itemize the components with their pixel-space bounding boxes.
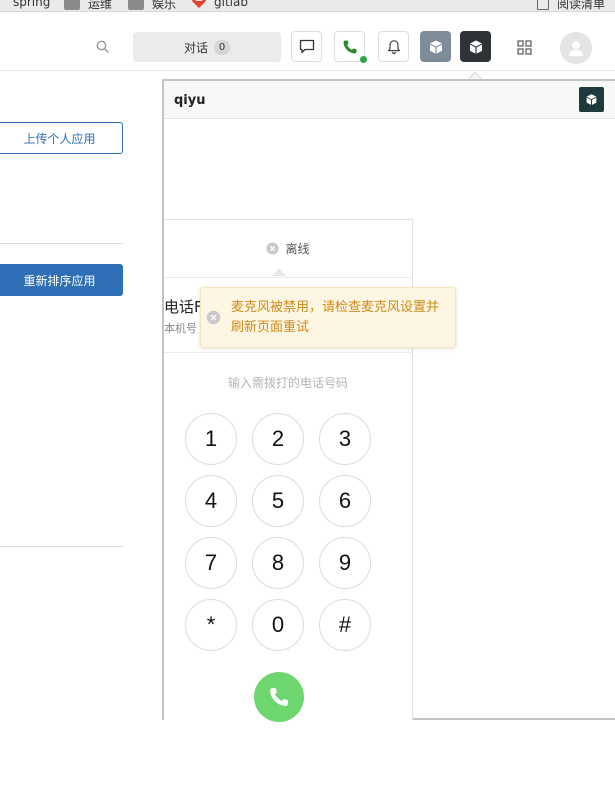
toast-message: 麦克风被禁用，请检查麦克风设置并刷新页面重试 — [231, 300, 440, 335]
dial-key-5[interactable]: 5 — [252, 475, 304, 527]
cube-icon — [469, 40, 482, 54]
bookmark-gitlab[interactable]: gitlab — [192, 0, 248, 9]
message-button[interactable] — [291, 31, 322, 62]
dial-key-4[interactable]: 4 — [185, 475, 237, 527]
conversations-count-badge: 0 — [214, 39, 230, 55]
error-icon — [206, 310, 221, 325]
agent-status-selector[interactable]: 离线 — [164, 220, 412, 276]
notifications-button[interactable] — [378, 31, 409, 62]
status-label: 离线 — [285, 241, 310, 256]
cube-icon — [586, 94, 597, 105]
folder-icon — [128, 0, 144, 10]
conversations-button[interactable]: 对话 0 — [133, 32, 281, 62]
bookmarks-bar: spring 运维 娱乐 gitlab 阅读清单 — [0, 0, 615, 12]
qiyu-app-button[interactable] — [460, 31, 491, 62]
qiyu-logo-button[interactable] — [579, 87, 604, 112]
line-number-label: 本机号 — [164, 322, 197, 335]
bookmark-label: 运维 — [88, 0, 113, 11]
bookmark-entertainment[interactable]: 娱乐 — [128, 0, 177, 11]
bookmark-ops[interactable]: 运维 — [64, 0, 113, 11]
status-caret — [272, 268, 286, 276]
dial-number-input[interactable]: 输入需拨打的电话号码 — [164, 374, 412, 391]
microphone-warning-toast: 麦克风被禁用，请检查麦克风设置并刷新页面重试 — [200, 287, 456, 348]
offline-icon — [266, 242, 279, 254]
reorder-apps-button[interactable]: 重新排序应用 — [0, 264, 123, 296]
bell-icon — [387, 39, 400, 54]
search-icon[interactable] — [96, 40, 110, 54]
dial-key-6[interactable]: 6 — [319, 475, 371, 527]
bookmark-label: gitlab — [214, 0, 248, 9]
phone-icon — [342, 40, 356, 54]
gitlab-icon — [192, 0, 206, 8]
phone-button[interactable] — [334, 31, 368, 64]
call-button[interactable] — [254, 672, 304, 722]
dial-key-9[interactable]: 9 — [319, 537, 371, 589]
bookmark-label: 阅读清单 — [557, 0, 606, 11]
avatar[interactable] — [560, 32, 592, 64]
bookmark-reading-list[interactable]: 阅读清单 — [537, 0, 606, 11]
folder-icon — [64, 0, 80, 10]
dial-key-hash[interactable]: # — [319, 599, 371, 651]
section-divider — [0, 243, 123, 244]
dial-key-0[interactable]: 0 — [252, 599, 304, 651]
online-status-dot — [359, 55, 368, 64]
chat-bubble-icon — [299, 39, 314, 54]
top-header: 对话 0 — [0, 13, 615, 71]
dial-key-3[interactable]: 3 — [319, 413, 371, 465]
bookmark-spring[interactable]: spring — [0, 0, 50, 9]
bookmark-label: 娱乐 — [152, 0, 177, 11]
dial-key-2[interactable]: 2 — [252, 413, 304, 465]
upload-app-button[interactable]: 上传个人应用 — [0, 122, 123, 154]
phone-icon — [270, 688, 288, 706]
apps-grid-icon[interactable] — [517, 40, 532, 55]
conversations-label: 对话 — [183, 40, 208, 55]
qiyu-panel: qiyu 离线 电话F 本机号 输入需拨打的电话号码 1 2 3 4 5 6 7… — [162, 79, 615, 722]
dial-key-1[interactable]: 1 — [185, 413, 237, 465]
dial-key-star[interactable]: * — [185, 599, 237, 651]
bookmark-label: spring — [13, 0, 51, 9]
section-divider — [0, 546, 123, 547]
dial-key-7[interactable]: 7 — [185, 537, 237, 589]
app-cube-button[interactable] — [420, 31, 451, 62]
line-title: 电话F — [164, 298, 203, 316]
dial-key-8[interactable]: 8 — [252, 537, 304, 589]
user-icon — [568, 41, 584, 56]
panel-title: qiyu — [174, 93, 206, 108]
panel-header: qiyu — [164, 81, 615, 119]
cube-icon — [429, 40, 442, 54]
reading-list-icon — [537, 0, 549, 10]
